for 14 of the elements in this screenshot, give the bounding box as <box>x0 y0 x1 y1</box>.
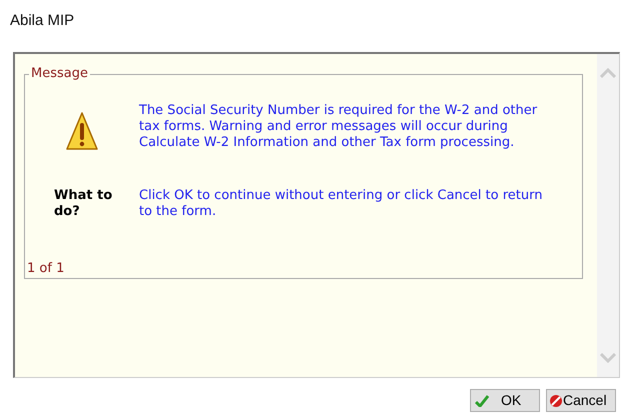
chevron-up-icon[interactable] <box>600 68 616 78</box>
instruction-text: Click OK to continue without entering or click Cancel to return to the form. <box>139 188 544 220</box>
cancel-button[interactable]: Cancel <box>546 389 616 412</box>
ok-button[interactable]: OK <box>470 389 540 412</box>
chevron-down-icon[interactable] <box>600 353 616 363</box>
message-text: The Social Security Number is required for the W-2 and other tax forms. Warning and error messages will occur during Calculate W-2 Information and other Tax form processing. <box>139 103 538 151</box>
page-counter: 1 of 1 <box>27 261 64 277</box>
group-legend: Message <box>29 66 90 82</box>
no-entry-icon <box>549 394 563 408</box>
prompt-label: What to do? <box>54 188 114 220</box>
scrollbar[interactable] <box>597 54 619 377</box>
window-title: Abila MIP <box>10 11 74 31</box>
warning-icon <box>66 111 98 151</box>
checkmark-icon <box>475 394 489 406</box>
